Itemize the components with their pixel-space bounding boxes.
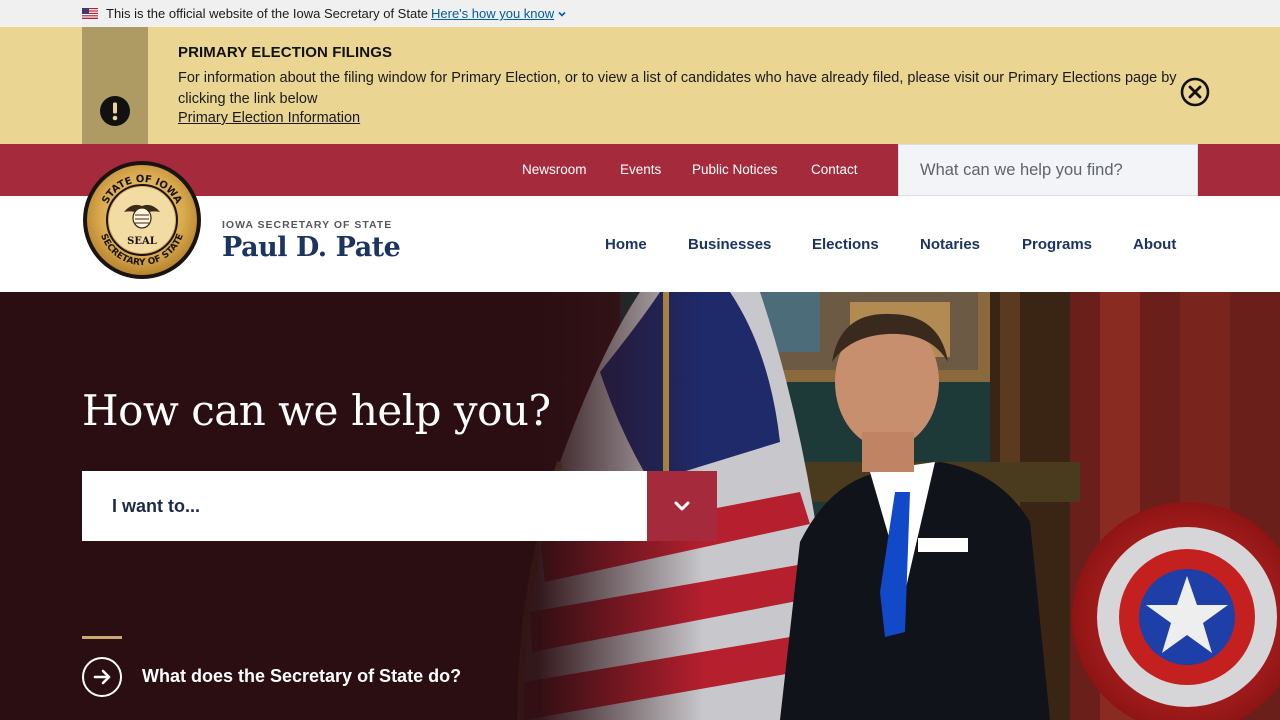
alert-body: For information about the filing window … [178,70,1177,107]
primary-election-info-link[interactable]: Primary Election Information [178,110,360,126]
hero-headline: How can we help you? [82,386,551,435]
nav-notaries[interactable]: Notaries [920,236,980,253]
official-site-banner: This is the official website of the Iowa… [0,0,1280,27]
chevron-down-icon [674,501,690,511]
hero-section: How can we help you? I want to... What d… [0,292,1280,720]
alert-title: PRIMARY ELECTION FILINGS [178,44,393,61]
i-want-to-dropdown[interactable]: I want to... [82,471,717,541]
nav-about[interactable]: About [1133,236,1176,253]
us-flag-icon [82,8,98,19]
arrow-right-icon [93,669,111,685]
site-title[interactable]: Paul D. Pate [222,232,401,263]
search-input[interactable] [899,145,1197,195]
utility-link-events[interactable]: Events [620,162,661,177]
nav-home[interactable]: Home [605,236,647,253]
dropdown-label: I want to... [112,496,200,516]
heres-how-you-know-link[interactable]: Here's how you know [431,6,554,21]
site-subtitle: IOWA SECRETARY OF STATE [222,219,393,231]
close-icon[interactable] [1180,77,1210,107]
arrow-right-button[interactable] [82,657,122,697]
nav-businesses[interactable]: Businesses [688,236,771,253]
site-search [898,144,1198,196]
nav-programs[interactable]: Programs [1022,236,1092,253]
utility-link-newsroom[interactable]: Newsroom [522,162,587,177]
nav-elections[interactable]: Elections [812,236,879,253]
primary-election-alert: PRIMARY ELECTION FILINGS For information… [0,27,1280,144]
utility-link-contact[interactable]: Contact [811,162,858,177]
exclamation-icon [100,96,130,126]
chevron-down-icon[interactable] [557,9,567,19]
what-does-sos-do-link[interactable]: What does the Secretary of State do? [142,666,461,687]
accent-divider [82,636,122,639]
official-site-text: This is the official website of the Iowa… [106,6,429,21]
alert-side-panel [82,27,148,144]
utility-link-public-notices[interactable]: Public Notices [692,162,778,177]
dropdown-toggle-button[interactable] [647,471,717,541]
svg-text:SEAL: SEAL [127,236,157,247]
iowa-seal-logo[interactable]: STATE OF IOWA SECRETARY OF STATE SEAL [82,160,202,280]
